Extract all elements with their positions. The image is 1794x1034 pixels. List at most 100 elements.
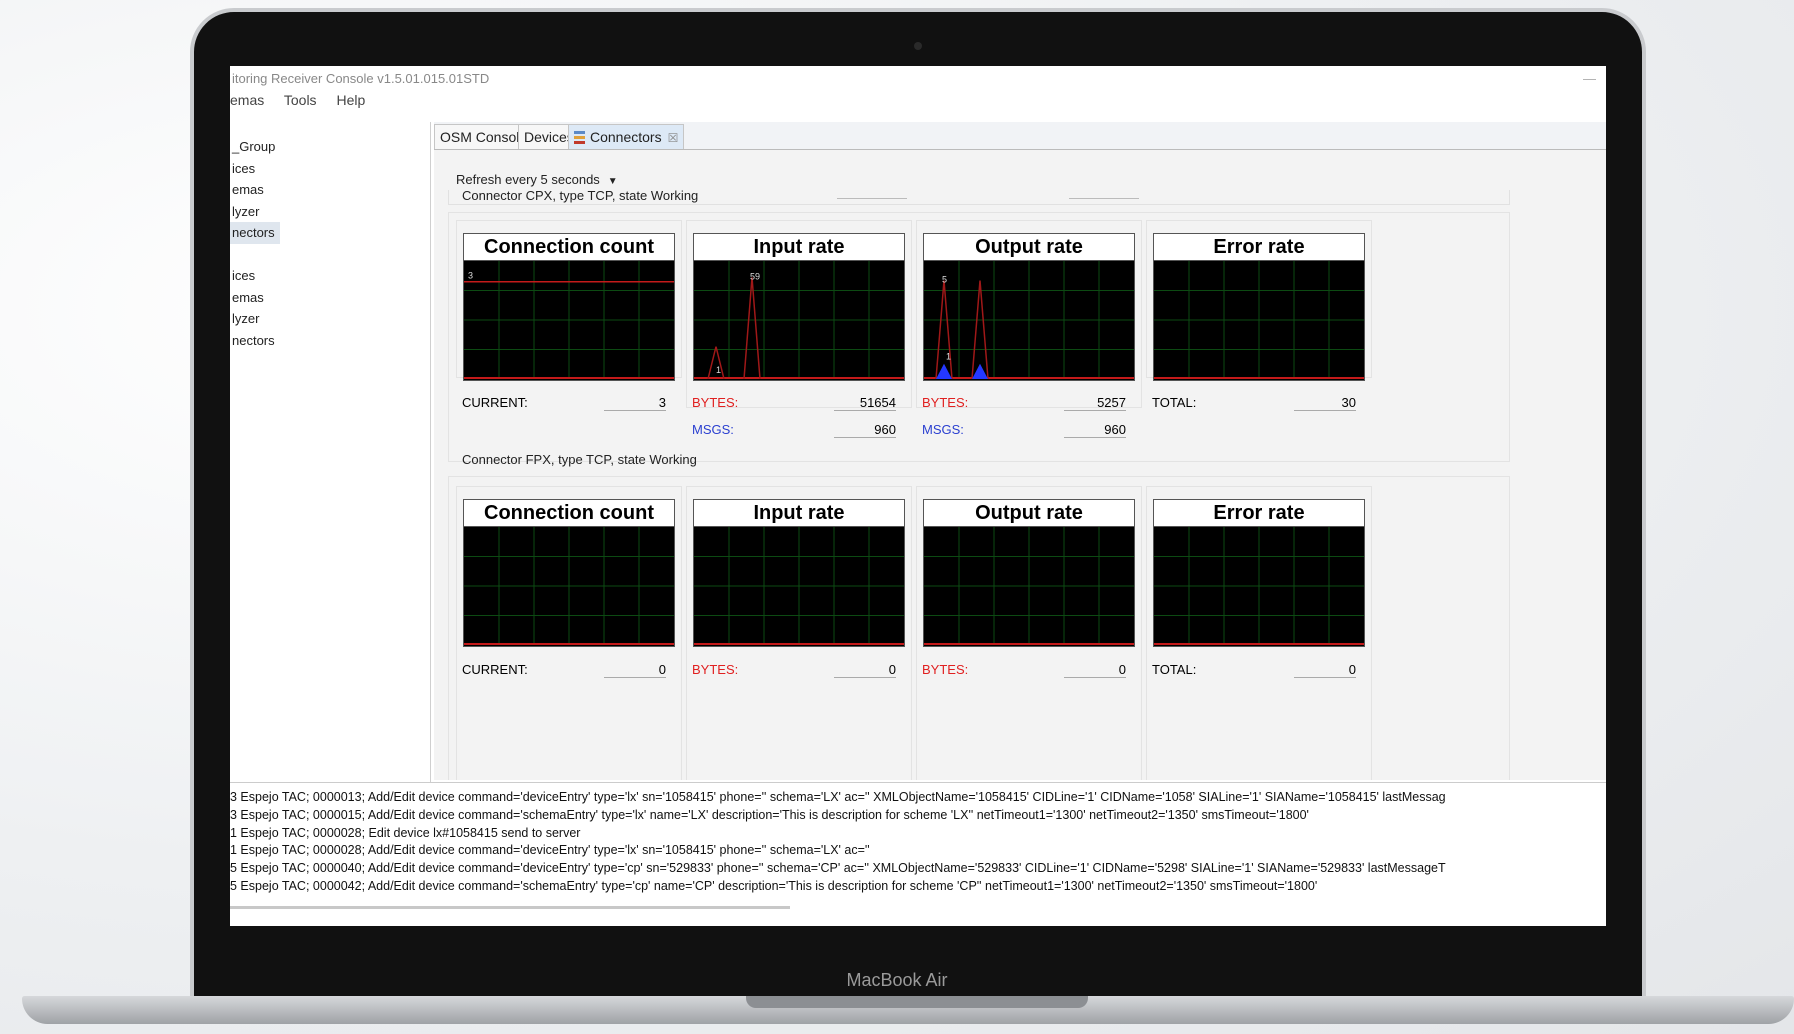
- output-rate-plot: 51: [924, 261, 1134, 379]
- sidebar-item-devices-2[interactable]: ices: [230, 265, 430, 287]
- input-rate-plot: 59 1: [694, 261, 904, 379]
- sidebar-item-schemas-2[interactable]: emas: [230, 287, 430, 309]
- log-line: 5 Espejo TAC; 0000042; Add/Edit device c…: [230, 878, 1318, 893]
- min-label: 1: [716, 365, 721, 375]
- log-line: 3 Espejo TAC; 0000013; Add/Edit device c…: [230, 790, 1446, 804]
- tab-label: Connectors: [590, 129, 662, 145]
- menu-bar: emas Tools Help: [230, 92, 381, 114]
- metric-value: 51654: [834, 395, 896, 411]
- input-bytes-metric: BYTES: 51654: [692, 395, 902, 417]
- chart-title: Input rate: [694, 234, 904, 261]
- laptop-notch: [746, 996, 1088, 1008]
- metric-label: TOTAL:: [1152, 395, 1197, 410]
- error-rate-panel: Error rate: [1146, 486, 1372, 780]
- peak-label: 59: [750, 271, 760, 281]
- tab-connectors[interactable]: Connectors ☒: [568, 124, 685, 149]
- metric-value: 0: [604, 662, 666, 678]
- sidebar-item-connectors-2[interactable]: nectors: [230, 330, 430, 352]
- metric-label: MSGS:: [692, 422, 734, 437]
- output-msgs-metric: MSGS: 960: [922, 422, 1132, 444]
- metric-value: 0: [834, 662, 896, 678]
- log-line: 3 Espejo TAC; 0000015; Add/Edit device c…: [230, 807, 1309, 822]
- metric-label: BYTES:: [692, 395, 739, 410]
- metric-label: CURRENT:: [462, 662, 528, 677]
- input-msgs-metric: MSGS: 960: [692, 422, 902, 444]
- input-peak: [743, 277, 761, 379]
- chart-title: Input rate: [694, 500, 904, 527]
- sidebar-item-analyzer-2[interactable]: lyzer: [230, 308, 430, 330]
- error-rate-chart: Error rate: [1153, 233, 1365, 381]
- chart-title: Output rate: [924, 500, 1134, 527]
- horizontal-scrollbar[interactable]: [230, 906, 790, 909]
- window-title: itoring Receiver Console v1.5.01.015.01S…: [232, 71, 490, 86]
- screen: itoring Receiver Console v1.5.01.015.01S…: [230, 66, 1606, 926]
- sidebar-item-devices[interactable]: ices: [230, 158, 430, 180]
- connection-count-panel: Connection count 3: [456, 220, 682, 381]
- metric-value: 960: [1064, 422, 1126, 438]
- connectors-icon: [574, 131, 585, 144]
- connectors-view: Refresh every 5 seconds ▼ Connector CPX, …: [434, 150, 1606, 780]
- tab-bar: OSM Console Devices Connectors ☒: [434, 122, 1606, 150]
- sidebar-tree: _Group ices emas lyzer nectors ices emas…: [230, 122, 431, 782]
- metric-label: BYTES:: [692, 662, 739, 677]
- metric-value: 960: [834, 422, 896, 438]
- sidebar-item-group[interactable]: _Group: [230, 136, 430, 158]
- peak-label: 1: [946, 352, 951, 362]
- output-rate-plot: [924, 527, 1134, 645]
- close-tab-icon[interactable]: ☒: [668, 131, 679, 145]
- metric-label: BYTES:: [922, 662, 969, 677]
- chart-title: Connection count: [464, 500, 674, 527]
- sidebar-item-connectors[interactable]: nectors: [230, 222, 280, 244]
- minimize-button[interactable]: —: [1581, 66, 1596, 92]
- input-bytes-metric: BYTES: 0: [692, 662, 902, 684]
- metric-label: BYTES:: [922, 395, 969, 410]
- message-peak: [936, 363, 952, 379]
- error-rate-plot: [1154, 527, 1364, 645]
- total-metric: TOTAL: 0: [1152, 662, 1362, 684]
- error-rate-panel: Error rate: [1146, 220, 1372, 381]
- error-rate-plot: [1154, 261, 1364, 379]
- connection-count-panel: Connection count: [456, 486, 682, 780]
- input-rate-panel: Input rate 59 1: [686, 220, 912, 408]
- input-rate-chart: Input rate 59 1: [693, 233, 905, 381]
- connection-count-chart: Connection count: [463, 499, 675, 647]
- total-metric: TOTAL: 30: [1152, 395, 1362, 417]
- sidebar-item-schemas[interactable]: emas: [230, 179, 430, 201]
- output-rate-panel: Output rate: [916, 486, 1142, 780]
- refresh-dropdown[interactable]: Refresh every 5 seconds ▼: [456, 172, 618, 187]
- tab-label: Devices: [524, 129, 574, 145]
- input-rate-plot: [694, 527, 904, 645]
- current-metric: CURRENT: 3: [462, 395, 672, 417]
- menu-tools[interactable]: Tools: [284, 92, 317, 108]
- peak-label: 3: [468, 271, 473, 281]
- input-rate-chart: Input rate: [693, 499, 905, 647]
- menu-help[interactable]: Help: [336, 92, 365, 108]
- connection-count-chart: Connection count 3: [463, 233, 675, 381]
- output-rate-chart: Output rate: [923, 499, 1135, 647]
- metric-label: MSGS:: [922, 422, 964, 437]
- event-log[interactable]: 3 Espejo TAC; 0000013; Add/Edit device c…: [230, 782, 1606, 895]
- connection-count-plot: 3: [464, 261, 674, 379]
- metric-value: 5257: [1064, 395, 1126, 411]
- metric-label: CURRENT:: [462, 395, 528, 410]
- chevron-down-icon: ▼: [607, 176, 618, 187]
- metric-value: 0: [1064, 662, 1126, 678]
- tab-label: OSM Console: [440, 129, 528, 145]
- chart-title: Output rate: [924, 234, 1134, 261]
- sidebar-item-analyzer[interactable]: lyzer: [230, 201, 430, 223]
- menu-schemas[interactable]: emas: [230, 92, 264, 108]
- connection-count-plot: [464, 527, 674, 645]
- log-line: 1 Espejo TAC; 0000028; Add/Edit device c…: [230, 843, 870, 858]
- connector-title: Connector CPX, type TCP, state Working: [462, 188, 699, 203]
- current-metric: CURRENT: 0: [462, 662, 672, 684]
- window-titlebar: itoring Receiver Console v1.5.01.015.01S…: [230, 66, 1606, 92]
- output-rate-chart: Output rate 51: [923, 233, 1135, 381]
- chart-title: Error rate: [1154, 500, 1364, 527]
- chart-title: Error rate: [1154, 234, 1364, 261]
- log-line: 5 Espejo TAC; 0000040; Add/Edit device c…: [230, 861, 1446, 876]
- output-bytes-metric: BYTES: 5257: [922, 395, 1132, 417]
- metric-value: 0: [1294, 662, 1356, 678]
- connector-title: Connector FPX, type TCP, state Working: [462, 452, 697, 467]
- chart-title: Connection count: [464, 234, 674, 261]
- output-rate-panel: Output rate 51: [916, 220, 1142, 408]
